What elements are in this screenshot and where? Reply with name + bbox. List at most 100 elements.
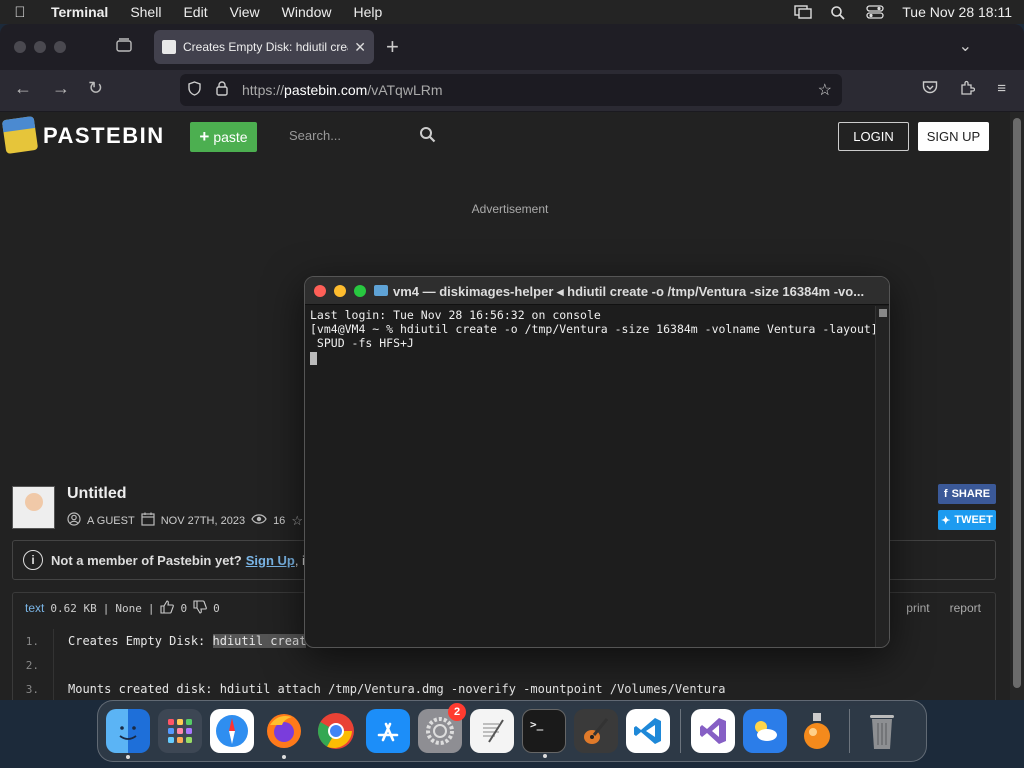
terminal-scroll-knob[interactable]: [879, 309, 887, 317]
terminal-window: vm4 — diskimages-helper ◂ hdiutil create…: [304, 276, 890, 648]
terminal-cursor: [310, 352, 317, 365]
app-menu-icon[interactable]: ≡: [997, 80, 1006, 99]
report-link[interactable]: report: [950, 601, 981, 615]
firefox-icon[interactable]: [262, 709, 306, 759]
running-indicator: [282, 755, 286, 759]
list-all-tabs-icon[interactable]: ⌄: [959, 36, 972, 56]
back-icon[interactable]: ←: [14, 78, 32, 99]
url-protocol: https://: [242, 82, 285, 98]
paste-views: 16: [273, 514, 286, 527]
visual-studio-icon[interactable]: [691, 709, 735, 753]
star-icon[interactable]: ☆: [291, 513, 303, 529]
user-icon: [67, 512, 81, 529]
menu-edit[interactable]: Edit: [172, 4, 218, 20]
notice-text: Not a member of Pastebin yet?: [51, 552, 242, 568]
menu-window[interactable]: Window: [271, 4, 343, 20]
terminal-app-icon[interactable]: >_: [522, 709, 566, 758]
spotlight-search-icon[interactable]: [830, 5, 848, 20]
thumbs-up-icon[interactable]: [160, 599, 175, 617]
paste-meta: A GUEST NOV 27TH, 2023 16 ☆: [67, 512, 303, 529]
new-tab-icon[interactable]: +: [386, 34, 399, 60]
search-icon[interactable]: [419, 126, 436, 148]
print-link[interactable]: print: [906, 601, 929, 615]
page-scrollbar[interactable]: [1010, 112, 1024, 700]
pastebin-logo-icon[interactable]: [1, 115, 39, 155]
url-host: pastebin.com: [284, 82, 368, 98]
close-window-button[interactable]: [14, 41, 26, 53]
facebook-share-button[interactable]: f SHARE: [938, 484, 996, 504]
terminal-output[interactable]: Last login: Tue Nov 28 16:56:32 on conso…: [305, 306, 878, 647]
apple-menu-icon[interactable]: : [0, 4, 40, 21]
notice-signup-link[interactable]: Sign Up: [246, 553, 295, 568]
tab-overview-icon[interactable]: [116, 38, 136, 56]
advertisement-label: Advertisement: [471, 202, 549, 216]
potion-app-icon[interactable]: [795, 709, 839, 753]
window-controls: [14, 41, 66, 53]
facebook-icon: f: [943, 488, 948, 500]
url-bar[interactable]: https://pastebin.com/vATqwLRm ☆: [180, 74, 842, 106]
pocket-icon[interactable]: [922, 80, 938, 99]
url-path: /vATqwLRm: [367, 82, 443, 98]
syntax-language[interactable]: text: [25, 601, 44, 615]
menu-shell[interactable]: Shell: [119, 4, 172, 20]
twitter-tweet-button[interactable]: ✦ TWEET: [938, 510, 996, 530]
paste-author[interactable]: A GUEST: [87, 515, 135, 527]
menu-help[interactable]: Help: [342, 4, 393, 20]
terminal-window-controls: [314, 285, 366, 297]
thumbs-down-icon[interactable]: [193, 599, 207, 617]
forward-icon[interactable]: →: [52, 78, 70, 99]
dislikes-count: 0: [213, 601, 220, 615]
calendar-icon: [141, 512, 155, 529]
launchpad-icon[interactable]: [158, 709, 202, 753]
close-tab-icon[interactable]: ✕: [354, 39, 366, 56]
line-number: 1.: [25, 634, 39, 648]
extensions-icon[interactable]: [960, 80, 976, 99]
garageband-icon[interactable]: [574, 709, 618, 753]
minimize-window-button[interactable]: [34, 41, 46, 53]
paste-date: NOV 27TH, 2023: [160, 514, 246, 527]
tab-active[interactable]: Creates Empty Disk: hdiutil crea ✕: [154, 30, 374, 64]
terminal-minimize-button[interactable]: [334, 285, 346, 297]
search-input[interactable]: Search...: [280, 120, 442, 150]
safari-icon[interactable]: [210, 709, 254, 753]
system-settings-icon[interactable]: 2: [418, 703, 466, 753]
new-paste-label: paste: [213, 129, 248, 145]
new-paste-button[interactable]: + paste: [190, 122, 257, 152]
avatar: [12, 486, 55, 529]
weather-icon[interactable]: [743, 709, 787, 753]
terminal-scrollbar[interactable]: [875, 306, 889, 647]
paste-category: None: [115, 601, 142, 615]
menu-view[interactable]: View: [219, 4, 271, 20]
terminal-zoom-button[interactable]: [354, 285, 366, 297]
login-button[interactable]: LOGIN: [838, 122, 909, 151]
chrome-icon[interactable]: [314, 709, 358, 753]
terminal-title: vm4 — diskimages-helper ◂ hdiutil create…: [393, 284, 865, 299]
menu-app-name[interactable]: Terminal: [40, 4, 119, 20]
signup-button[interactable]: SIGN UP: [918, 122, 989, 151]
running-indicator: [126, 755, 130, 759]
zoom-window-button[interactable]: [54, 41, 66, 53]
menu-clock[interactable]: Tue Nov 28 18:11: [902, 4, 1012, 20]
finder-icon[interactable]: [106, 709, 150, 759]
code-actions: print report: [906, 601, 981, 615]
paste-title: Untitled: [67, 485, 127, 502]
shield-icon[interactable]: [180, 81, 208, 99]
terminal-close-button[interactable]: [314, 285, 326, 297]
notification-badge: 2: [448, 703, 466, 721]
reload-icon[interactable]: ↻: [88, 78, 103, 99]
pastebin-wordmark[interactable]: PASTEBIN: [43, 123, 165, 149]
bookmark-star-icon[interactable]: ☆: [818, 80, 832, 100]
app-store-icon[interactable]: [366, 709, 410, 753]
screen-mirroring-icon[interactable]: [794, 5, 812, 19]
line-text: Creates Empty Disk: hdiutil creat: [53, 629, 307, 653]
page-scrollbar-thumb[interactable]: [1013, 118, 1021, 688]
control-center-icon[interactable]: [866, 5, 884, 19]
pastebin-header: PASTEBIN + paste Search... LOGIN SIGN UP: [0, 112, 1010, 164]
lock-icon[interactable]: [208, 81, 236, 99]
textedit-icon[interactable]: [470, 709, 514, 753]
vscode-icon[interactable]: [626, 709, 670, 753]
terminal-titlebar[interactable]: vm4 — diskimages-helper ◂ hdiutil create…: [305, 277, 889, 305]
twitter-bird-icon: ✦: [941, 514, 951, 527]
line-text-plain: Creates Empty Disk:: [68, 634, 213, 648]
trash-icon[interactable]: [860, 709, 904, 753]
